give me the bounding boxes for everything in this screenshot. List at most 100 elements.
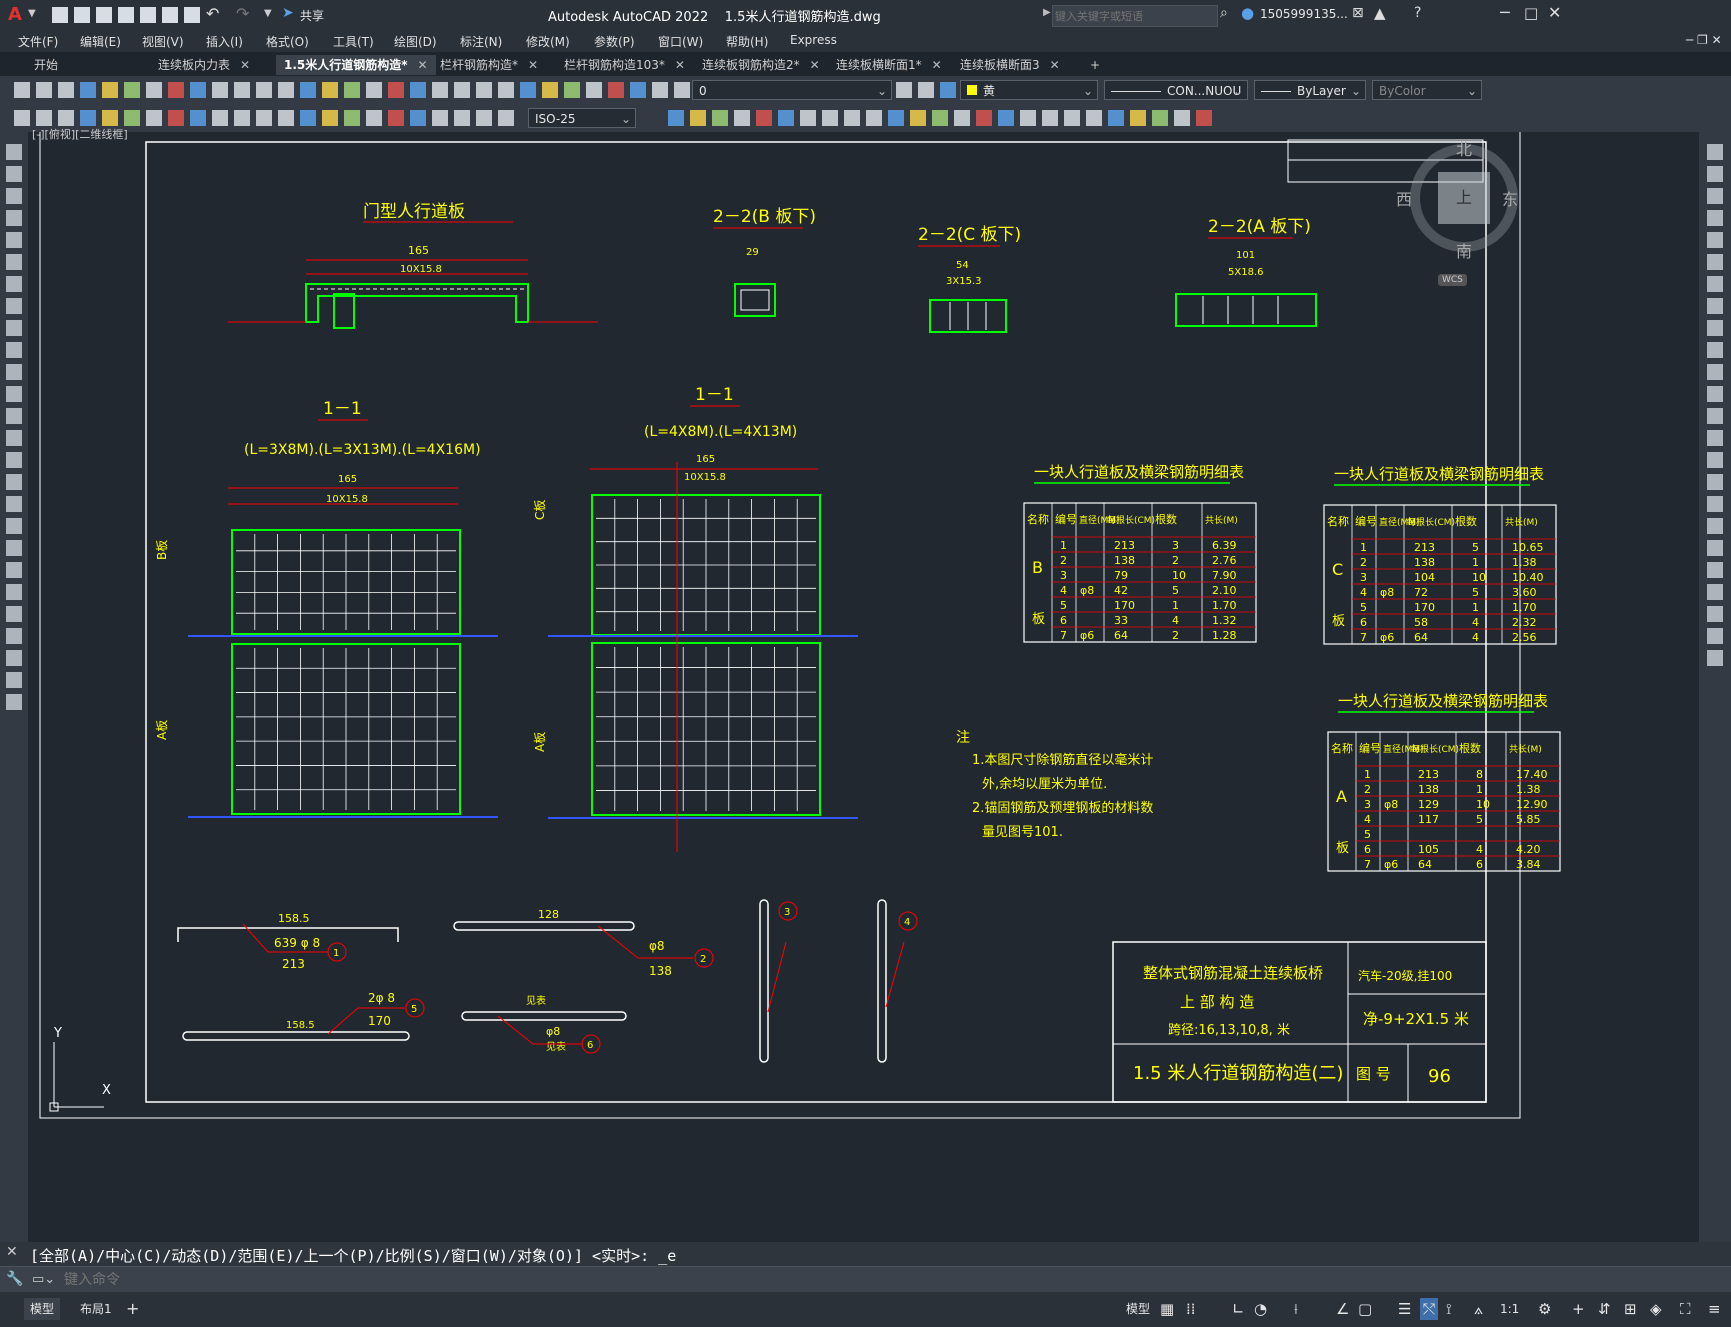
modify-tool-2-icon[interactable] [58, 110, 74, 126]
modify-tool-37-icon[interactable] [976, 110, 992, 126]
close-command-icon[interactable]: ✕ [6, 1244, 18, 1260]
draw-tool-166-icon[interactable] [6, 298, 22, 314]
tab-close-icon[interactable]: ✕ [932, 58, 942, 72]
customize-quick-access-icon[interactable]: ▼ [264, 8, 272, 19]
standard-tool-30-icon[interactable] [674, 82, 690, 98]
modify-tool-3-icon[interactable] [80, 110, 96, 126]
standard-tool-15-icon[interactable] [344, 82, 360, 98]
modify-side-tool-298-icon[interactable] [1707, 430, 1723, 446]
scale-dropdown[interactable]: 1:1 [1500, 1298, 1519, 1320]
modify-side-tool-276-icon[interactable] [1707, 408, 1723, 424]
modify-tool-22-icon[interactable] [498, 110, 514, 126]
modify-tool-45-icon[interactable] [1152, 110, 1168, 126]
standard-tool-5-icon[interactable] [124, 82, 140, 98]
modify-tool-11-icon[interactable] [256, 110, 272, 126]
modify-tool-35-icon[interactable] [932, 110, 948, 126]
help-search-input[interactable] [1052, 5, 1218, 27]
maximize-icon[interactable]: □ [1524, 4, 1538, 22]
modify-tool-29-icon[interactable] [800, 110, 816, 126]
tab-2[interactable]: 1.5米人行道钢筋构造* ✕ [276, 55, 436, 75]
draw-tool-408-icon[interactable] [6, 540, 22, 556]
help-button[interactable]: ? [1414, 5, 1421, 21]
lineweight-icon[interactable]: ☰ [1398, 1298, 1411, 1320]
wcs-menu-button[interactable]: WCS [1438, 274, 1467, 286]
draw-tool-320-icon[interactable] [6, 452, 22, 468]
modify-side-tool-320-icon[interactable] [1707, 452, 1723, 468]
standard-tool-26-icon[interactable] [586, 82, 602, 98]
tab-close-icon[interactable]: ✕ [1050, 58, 1060, 72]
draw-tool-188-icon[interactable] [6, 320, 22, 336]
draw-tool-34-icon[interactable] [6, 166, 22, 182]
units-icon[interactable]: ⇵ [1598, 1298, 1611, 1320]
standard-tool-6-icon[interactable] [146, 82, 162, 98]
tab-6[interactable]: 连续板横断面1* ✕ [828, 55, 950, 75]
draw-tool-452-icon[interactable] [6, 584, 22, 600]
tab-1[interactable]: 连续板内力表 ✕ [150, 55, 258, 75]
selection-cycling-icon[interactable]: ▢ [1358, 1298, 1372, 1320]
modify-tool-20-icon[interactable] [454, 110, 470, 126]
modify-side-tool-518-icon[interactable] [1707, 650, 1723, 666]
drawing-canvas[interactable]: [-][俯视][二维线框] 门型人行道板 165 10X15.8 2－2(B 板… [28, 128, 1699, 1242]
standard-tool-4-icon[interactable] [102, 82, 118, 98]
modify-tool-47-icon[interactable] [1196, 110, 1212, 126]
draw-tool-430-icon[interactable] [6, 562, 22, 578]
modify-side-tool-144-icon[interactable] [1707, 276, 1723, 292]
viewcube-west[interactable]: 西 [1396, 186, 1412, 210]
standard-tool-27-icon[interactable] [608, 82, 624, 98]
modify-side-tool-210-icon[interactable] [1707, 342, 1723, 358]
open-web-icon[interactable] [140, 7, 156, 23]
search-icon[interactable]: ⌕ [1220, 5, 1228, 21]
close-window-icon[interactable]: ✕ [1548, 3, 1561, 22]
modify-side-tool-56-icon[interactable] [1707, 188, 1723, 204]
modify-tool-38-icon[interactable] [998, 110, 1014, 126]
isolate-objects-icon[interactable]: ◈ [1650, 1298, 1662, 1320]
standard-tool-13-icon[interactable] [300, 82, 316, 98]
menu-9[interactable]: 参数(P) [594, 33, 635, 50]
draw-tool-276-icon[interactable] [6, 408, 22, 424]
standard-tool-22-icon[interactable] [498, 82, 514, 98]
draw-tool-12-icon[interactable] [6, 144, 22, 160]
draw-tool-562-icon[interactable] [6, 694, 22, 710]
modify-tool-40-icon[interactable] [1042, 110, 1058, 126]
tab-close-icon[interactable]: ✕ [418, 58, 428, 72]
viewcube-north[interactable]: 北 [1456, 136, 1472, 160]
tab-close-icon[interactable]: ✕ [528, 58, 538, 72]
undo-icon[interactable]: ↶ [206, 4, 219, 23]
standard-tool-24-icon[interactable] [542, 82, 558, 98]
menu-8[interactable]: 修改(M) [526, 33, 570, 50]
tab-close-icon[interactable]: ✕ [675, 58, 685, 72]
modify-side-tool-474-icon[interactable] [1707, 606, 1723, 622]
customization-menu-icon[interactable]: ≡ [1708, 1298, 1721, 1320]
modify-tool-41-icon[interactable] [1064, 110, 1080, 126]
save-web-icon[interactable] [162, 7, 178, 23]
modify-side-tool-386-icon[interactable] [1707, 518, 1723, 534]
modify-tool-23-icon[interactable] [668, 110, 684, 126]
redo-icon[interactable]: ↷ [236, 4, 249, 23]
modify-tool-13-icon[interactable] [300, 110, 316, 126]
minimize-icon[interactable]: ─ [1500, 3, 1510, 22]
menu-4[interactable]: 格式(O) [266, 33, 309, 50]
save-icon[interactable] [96, 7, 112, 23]
menu-12[interactable]: Express [790, 33, 837, 47]
draw-tool-496-icon[interactable] [6, 628, 22, 644]
customize-wrench-icon[interactable]: 🔧 [6, 1271, 23, 1287]
modify-tool-31-icon[interactable] [844, 110, 860, 126]
tab-3[interactable]: 栏杆钢筋构造* ✕ [432, 55, 546, 75]
modify-tool-44-icon[interactable] [1130, 110, 1146, 126]
draw-tool-56-icon[interactable] [6, 188, 22, 204]
modify-tool-16-icon[interactable] [366, 110, 382, 126]
draw-tool-78-icon[interactable] [6, 210, 22, 226]
modify-tool-4-icon[interactable] [102, 110, 118, 126]
modify-tool-17-icon[interactable] [388, 110, 404, 126]
plotstyle-dropdown[interactable]: ByColor ⌄ [1372, 80, 1482, 100]
plot-icon[interactable] [184, 7, 200, 23]
menu-2[interactable]: 视图(V) [142, 33, 184, 50]
modify-tool-8-icon[interactable] [190, 110, 206, 126]
add-layout-icon[interactable]: + [126, 1298, 139, 1320]
new-tab-icon[interactable]: + [1082, 55, 1108, 75]
modify-tool-19-icon[interactable] [432, 110, 448, 126]
standard-tool-8-icon[interactable] [190, 82, 206, 98]
standard-tool-2-icon[interactable] [58, 82, 74, 98]
modify-tool-28-icon[interactable] [778, 110, 794, 126]
annotation-visibility-icon[interactable]: ⟟ [1446, 1298, 1452, 1320]
